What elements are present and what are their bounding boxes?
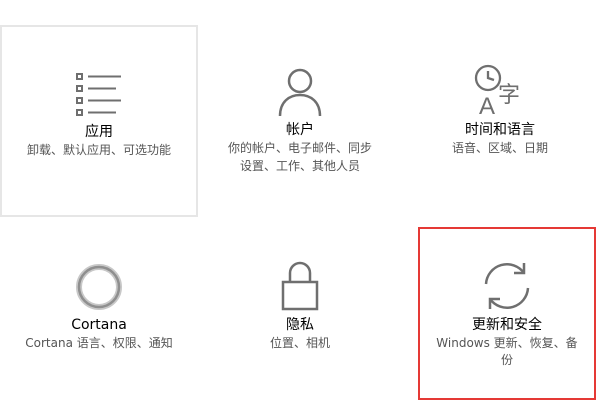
tile-description: Windows 更新、恢复、备 份: [425, 335, 589, 369]
person-icon: [276, 57, 324, 117]
tile-cortana[interactable]: Cortana Cortana 语言、权限、通知: [0, 232, 198, 402]
tile-description-line: 份: [500, 353, 513, 367]
tile-title: 隐私: [286, 317, 314, 333]
svg-text:字: 字: [498, 83, 520, 108]
tile-description: 语音、区域、日期: [451, 141, 548, 155]
tile-title: Cortana: [71, 317, 127, 333]
tile-description: 设置、工作、其他人员: [239, 159, 360, 173]
tile-accounts[interactable]: 帐户 你的帐户、电子邮件、同步 设置、工作、其他人员: [205, 25, 395, 217]
tile-privacy[interactable]: 隐私 位置、相机: [205, 232, 395, 402]
tile-title: 帐户: [286, 122, 314, 138]
tile-apps[interactable]: 应用 卸载、默认应用、可选功能: [0, 25, 198, 217]
svg-text:A: A: [479, 93, 495, 117]
lock-icon: [280, 252, 320, 312]
tile-description: 位置、相机: [269, 336, 330, 350]
sync-arrows-icon: [480, 252, 534, 312]
tile-description: Cortana 语言、权限、通知: [25, 336, 173, 350]
clock-language-icon: A 字: [472, 57, 528, 117]
apps-list-icon: [74, 59, 124, 119]
tile-description: 你的帐户、电子邮件、同步: [227, 141, 372, 155]
cortana-ring-icon: [74, 252, 124, 312]
tile-title: 时间和语言: [465, 122, 535, 138]
tile-title: 应用: [85, 124, 113, 140]
tile-description: 卸载、默认应用、可选功能: [26, 143, 171, 157]
tile-update-security[interactable]: 更新和安全 Windows 更新、恢复、备 份: [418, 227, 596, 400]
tile-description-line: Windows 更新、恢复、备: [436, 336, 578, 350]
tile-time-language[interactable]: A 字 时间和语言 语音、区域、日期: [410, 25, 590, 217]
tile-title: 更新和安全: [472, 317, 542, 333]
